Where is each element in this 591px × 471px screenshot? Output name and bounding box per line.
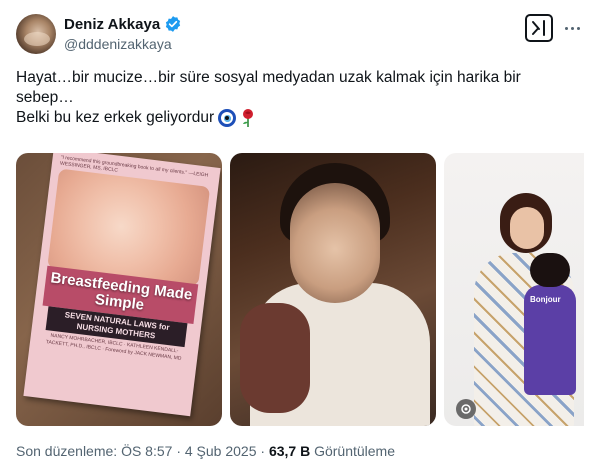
author-handle[interactable]: @dddenizakkaya xyxy=(64,36,172,52)
media-image-portrait[interactable] xyxy=(230,153,436,426)
grok-button[interactable] xyxy=(525,14,553,42)
verified-badge-icon xyxy=(166,16,181,32)
more-options-button[interactable] xyxy=(562,18,582,38)
avatar[interactable] xyxy=(16,14,56,54)
play-icon xyxy=(461,404,471,414)
post-meta: Son düzenleme: ÖS 8:57 · 4 Şub 2025 · 63… xyxy=(16,443,395,459)
view-label: Görüntüleme xyxy=(310,443,396,459)
post-text-line-2: sebep… xyxy=(16,89,74,106)
post-text-line-3-text: Belki bu kez erkek geliyordur xyxy=(16,109,215,127)
dot-icon xyxy=(576,26,580,30)
book-cover: "I recommend this groundbreaking book to… xyxy=(23,153,221,417)
media-image-book[interactable]: "I recommend this groundbreaking book to… xyxy=(16,153,222,426)
post-text-line-3: Belki bu kez erkek geliyordur xyxy=(16,108,581,128)
kid-shirt-text: Bonjour xyxy=(530,295,561,304)
view-count: 63,7 B xyxy=(268,443,311,459)
portrait-face xyxy=(290,183,380,303)
gif-badge[interactable] xyxy=(456,399,476,419)
dot-icon xyxy=(570,26,574,30)
media-image-family[interactable]: Bonjour xyxy=(444,153,584,426)
author-name[interactable]: Deniz Akkaya xyxy=(64,16,160,33)
post-timestamp[interactable]: Son düzenleme: ÖS 8:57 · 4 Şub 2025 · xyxy=(16,443,269,459)
post-text: Hayat…bir mucize…bir süre sosyal medyada… xyxy=(16,68,581,128)
nazar-boncugu-icon xyxy=(218,109,237,127)
emoji-row xyxy=(218,108,256,128)
photo-child: Bonjour xyxy=(522,253,576,403)
portrait-arm xyxy=(240,303,310,413)
dot-icon xyxy=(564,26,568,30)
rose-icon xyxy=(243,109,254,127)
post-text-line-1: Hayat…bir mucize…bir süre sosyal medyada… xyxy=(16,69,521,86)
author-row: Deniz Akkaya xyxy=(64,15,182,33)
grok-icon xyxy=(532,20,545,36)
